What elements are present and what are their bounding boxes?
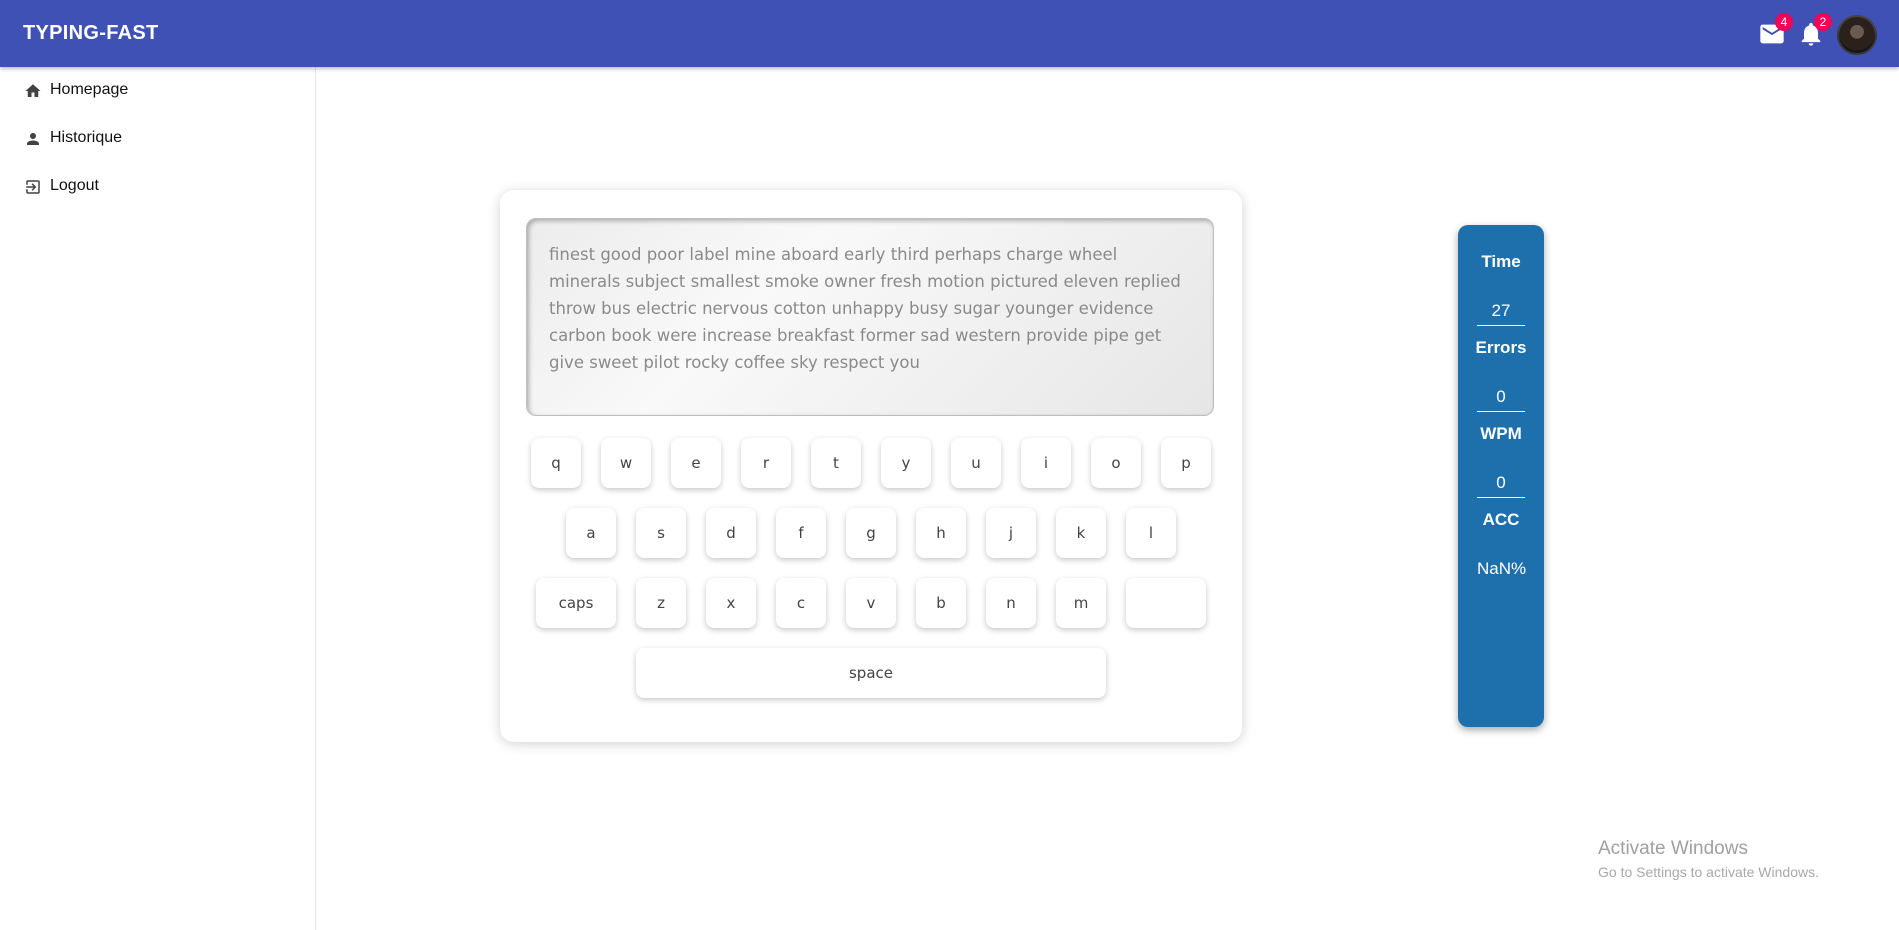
key-o[interactable]: o: [1091, 438, 1141, 488]
errors-value: 0: [1477, 387, 1525, 412]
app-bar: TYPING-FAST 4 2: [0, 0, 1899, 67]
key-s[interactable]: s: [636, 508, 686, 558]
key-k[interactable]: k: [1056, 508, 1106, 558]
sidebar-item-homepage[interactable]: Homepage: [0, 67, 315, 115]
key-m[interactable]: m: [1056, 578, 1106, 628]
sidebar-item-label: Logout: [50, 177, 99, 194]
key-y[interactable]: y: [881, 438, 931, 488]
errors-label: Errors: [1475, 338, 1527, 357]
activate-windows-subtitle: Go to Settings to activate Windows.: [1598, 864, 1819, 880]
key-l[interactable]: l: [1126, 508, 1176, 558]
sidebar-item-label: Historique: [50, 129, 123, 146]
key-h[interactable]: h: [916, 508, 966, 558]
mail-button[interactable]: 4: [1758, 13, 1793, 48]
mail-badge: 4: [1775, 13, 1793, 31]
key-z[interactable]: z: [636, 578, 686, 628]
key-t[interactable]: t: [811, 438, 861, 488]
key-p[interactable]: p: [1161, 438, 1211, 488]
sidebar: Homepage Historique Logout: [0, 67, 316, 930]
user-avatar[interactable]: [1837, 15, 1877, 55]
key-e[interactable]: e: [671, 438, 721, 488]
acc-label: ACC: [1482, 510, 1520, 529]
key-f[interactable]: f: [776, 508, 826, 558]
key-x[interactable]: x: [706, 578, 756, 628]
notifications-button[interactable]: 2: [1797, 13, 1832, 48]
key-b[interactable]: b: [916, 578, 966, 628]
key-j[interactable]: j: [986, 508, 1036, 558]
key-g[interactable]: g: [846, 508, 896, 558]
logout-icon: [24, 178, 42, 196]
key-n[interactable]: n: [986, 578, 1036, 628]
wpm-label: WPM: [1480, 424, 1522, 443]
typing-text-area[interactable]: finest good poor label mine aboard early…: [526, 218, 1214, 416]
person-icon: [24, 130, 42, 148]
key-v[interactable]: v: [846, 578, 896, 628]
wpm-value: 0: [1477, 473, 1525, 498]
key-w[interactable]: w: [601, 438, 651, 488]
key-i[interactable]: i: [1021, 438, 1071, 488]
home-icon: [24, 82, 42, 100]
key-d[interactable]: d: [706, 508, 756, 558]
key-backspace[interactable]: [1126, 578, 1206, 628]
sidebar-item-logout[interactable]: Logout: [0, 163, 315, 211]
notifications-badge: 2: [1814, 13, 1832, 31]
key-r[interactable]: r: [741, 438, 791, 488]
acc-value: NaN%: [1477, 559, 1527, 578]
sidebar-item-label: Homepage: [50, 81, 129, 98]
key-u[interactable]: u: [951, 438, 1001, 488]
key-caps[interactable]: caps: [536, 578, 616, 628]
time-value: 27: [1477, 301, 1525, 326]
key-a[interactable]: a: [566, 508, 616, 558]
key-space[interactable]: space: [636, 648, 1106, 698]
stats-panel: Time 27 Errors 0 WPM 0 ACC NaN%: [1458, 225, 1544, 727]
time-label: Time: [1481, 252, 1521, 271]
key-q[interactable]: q: [531, 438, 581, 488]
sidebar-item-historique[interactable]: Historique: [0, 115, 315, 163]
key-c[interactable]: c: [776, 578, 826, 628]
activate-windows-title: Activate Windows: [1598, 838, 1748, 859]
app-title: TYPING-FAST: [23, 22, 159, 44]
